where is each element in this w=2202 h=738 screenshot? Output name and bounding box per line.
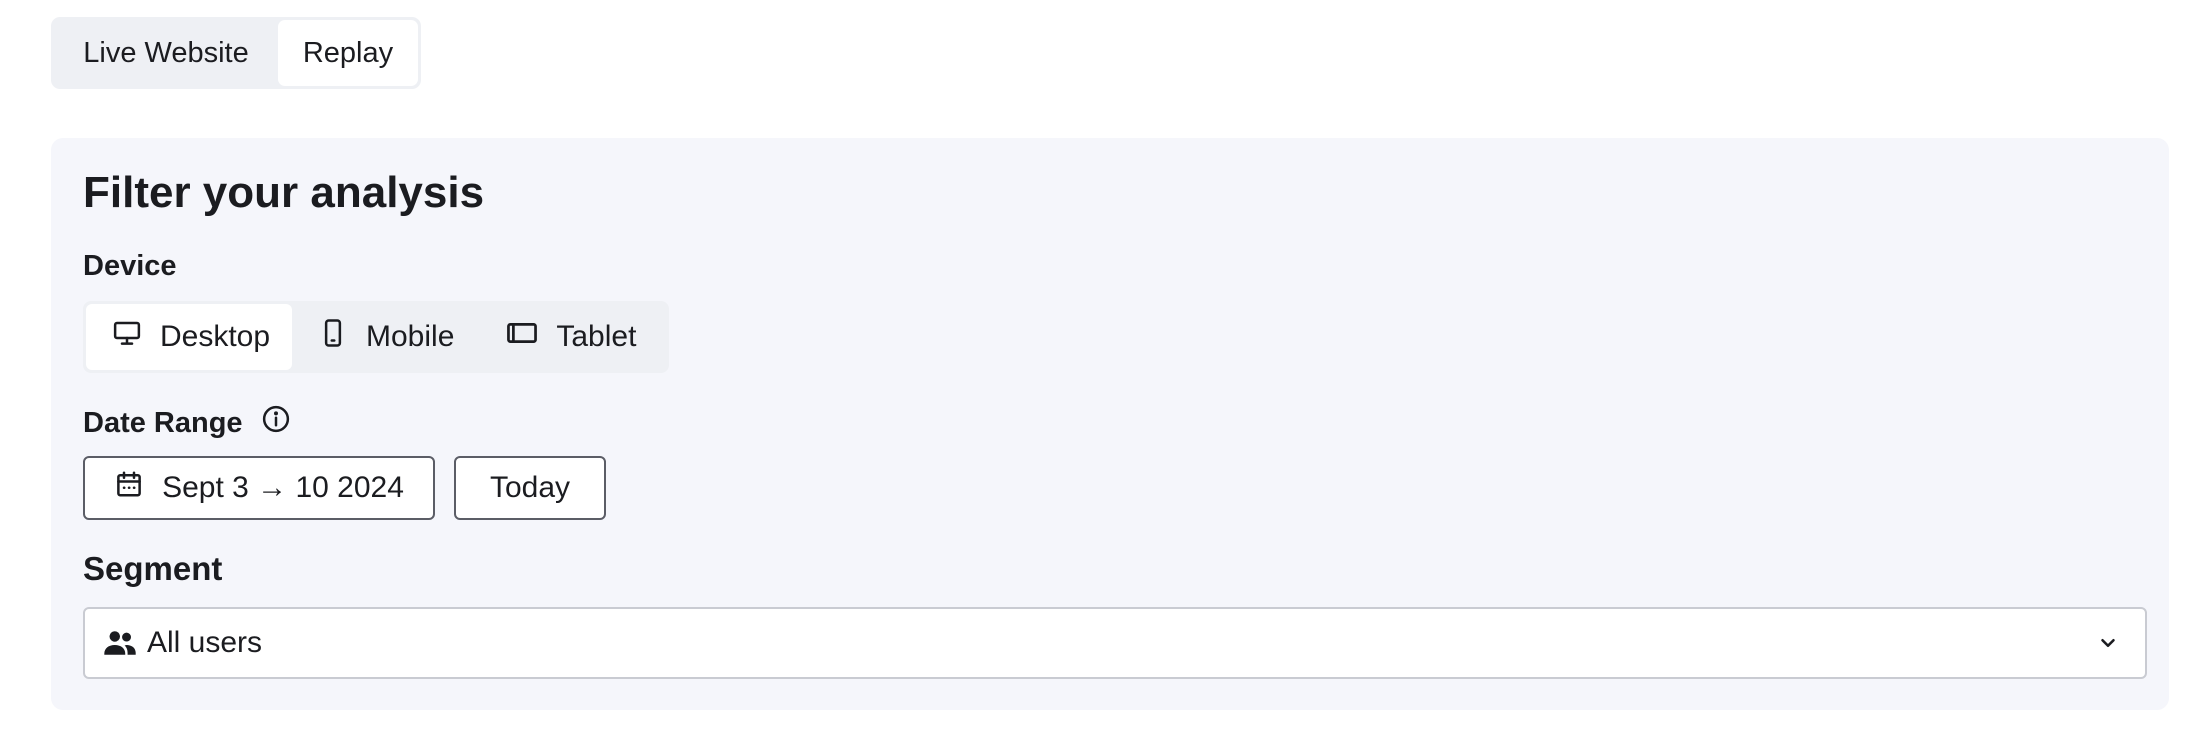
page: Live Website Replay Filter your analysis… [0,0,2202,738]
date-range-label-row: Date Range [83,404,291,442]
device-option-desktop[interactable]: Desktop [86,304,292,370]
device-option-tablet[interactable]: Tablet [480,304,662,370]
device-selector: Desktop Mobile Tablet [83,301,669,373]
segment-dropdown[interactable]: All users [83,607,2147,679]
info-icon[interactable] [261,404,291,442]
device-option-label: Mobile [366,320,455,353]
filter-panel: Filter your analysis Device Desktop Mobi… [51,138,2169,710]
device-label: Device [83,250,177,282]
today-button[interactable]: Today [454,456,606,520]
device-option-mobile[interactable]: Mobile [292,304,480,370]
users-icon [103,628,137,658]
segment-label: Segment [83,550,223,587]
device-option-label: Desktop [160,320,271,353]
panel-title: Filter your analysis [83,168,485,217]
date-range-value: Sept 3 → 10 2024 [162,471,404,504]
desktop-icon [112,318,142,356]
date-range-button[interactable]: Sept 3 → 10 2024 [83,456,435,520]
tab-live-website[interactable]: Live Website [54,20,278,86]
tablet-icon [506,318,538,356]
tab-replay[interactable]: Replay [278,20,418,86]
segment-value: All users [147,626,263,659]
chevron-down-icon [2097,632,2119,654]
device-option-label: Tablet [556,320,637,353]
mode-toggle: Live Website Replay [51,17,421,89]
calendar-icon [114,469,144,507]
date-range-label: Date Range [83,406,243,439]
mobile-icon [318,318,348,356]
